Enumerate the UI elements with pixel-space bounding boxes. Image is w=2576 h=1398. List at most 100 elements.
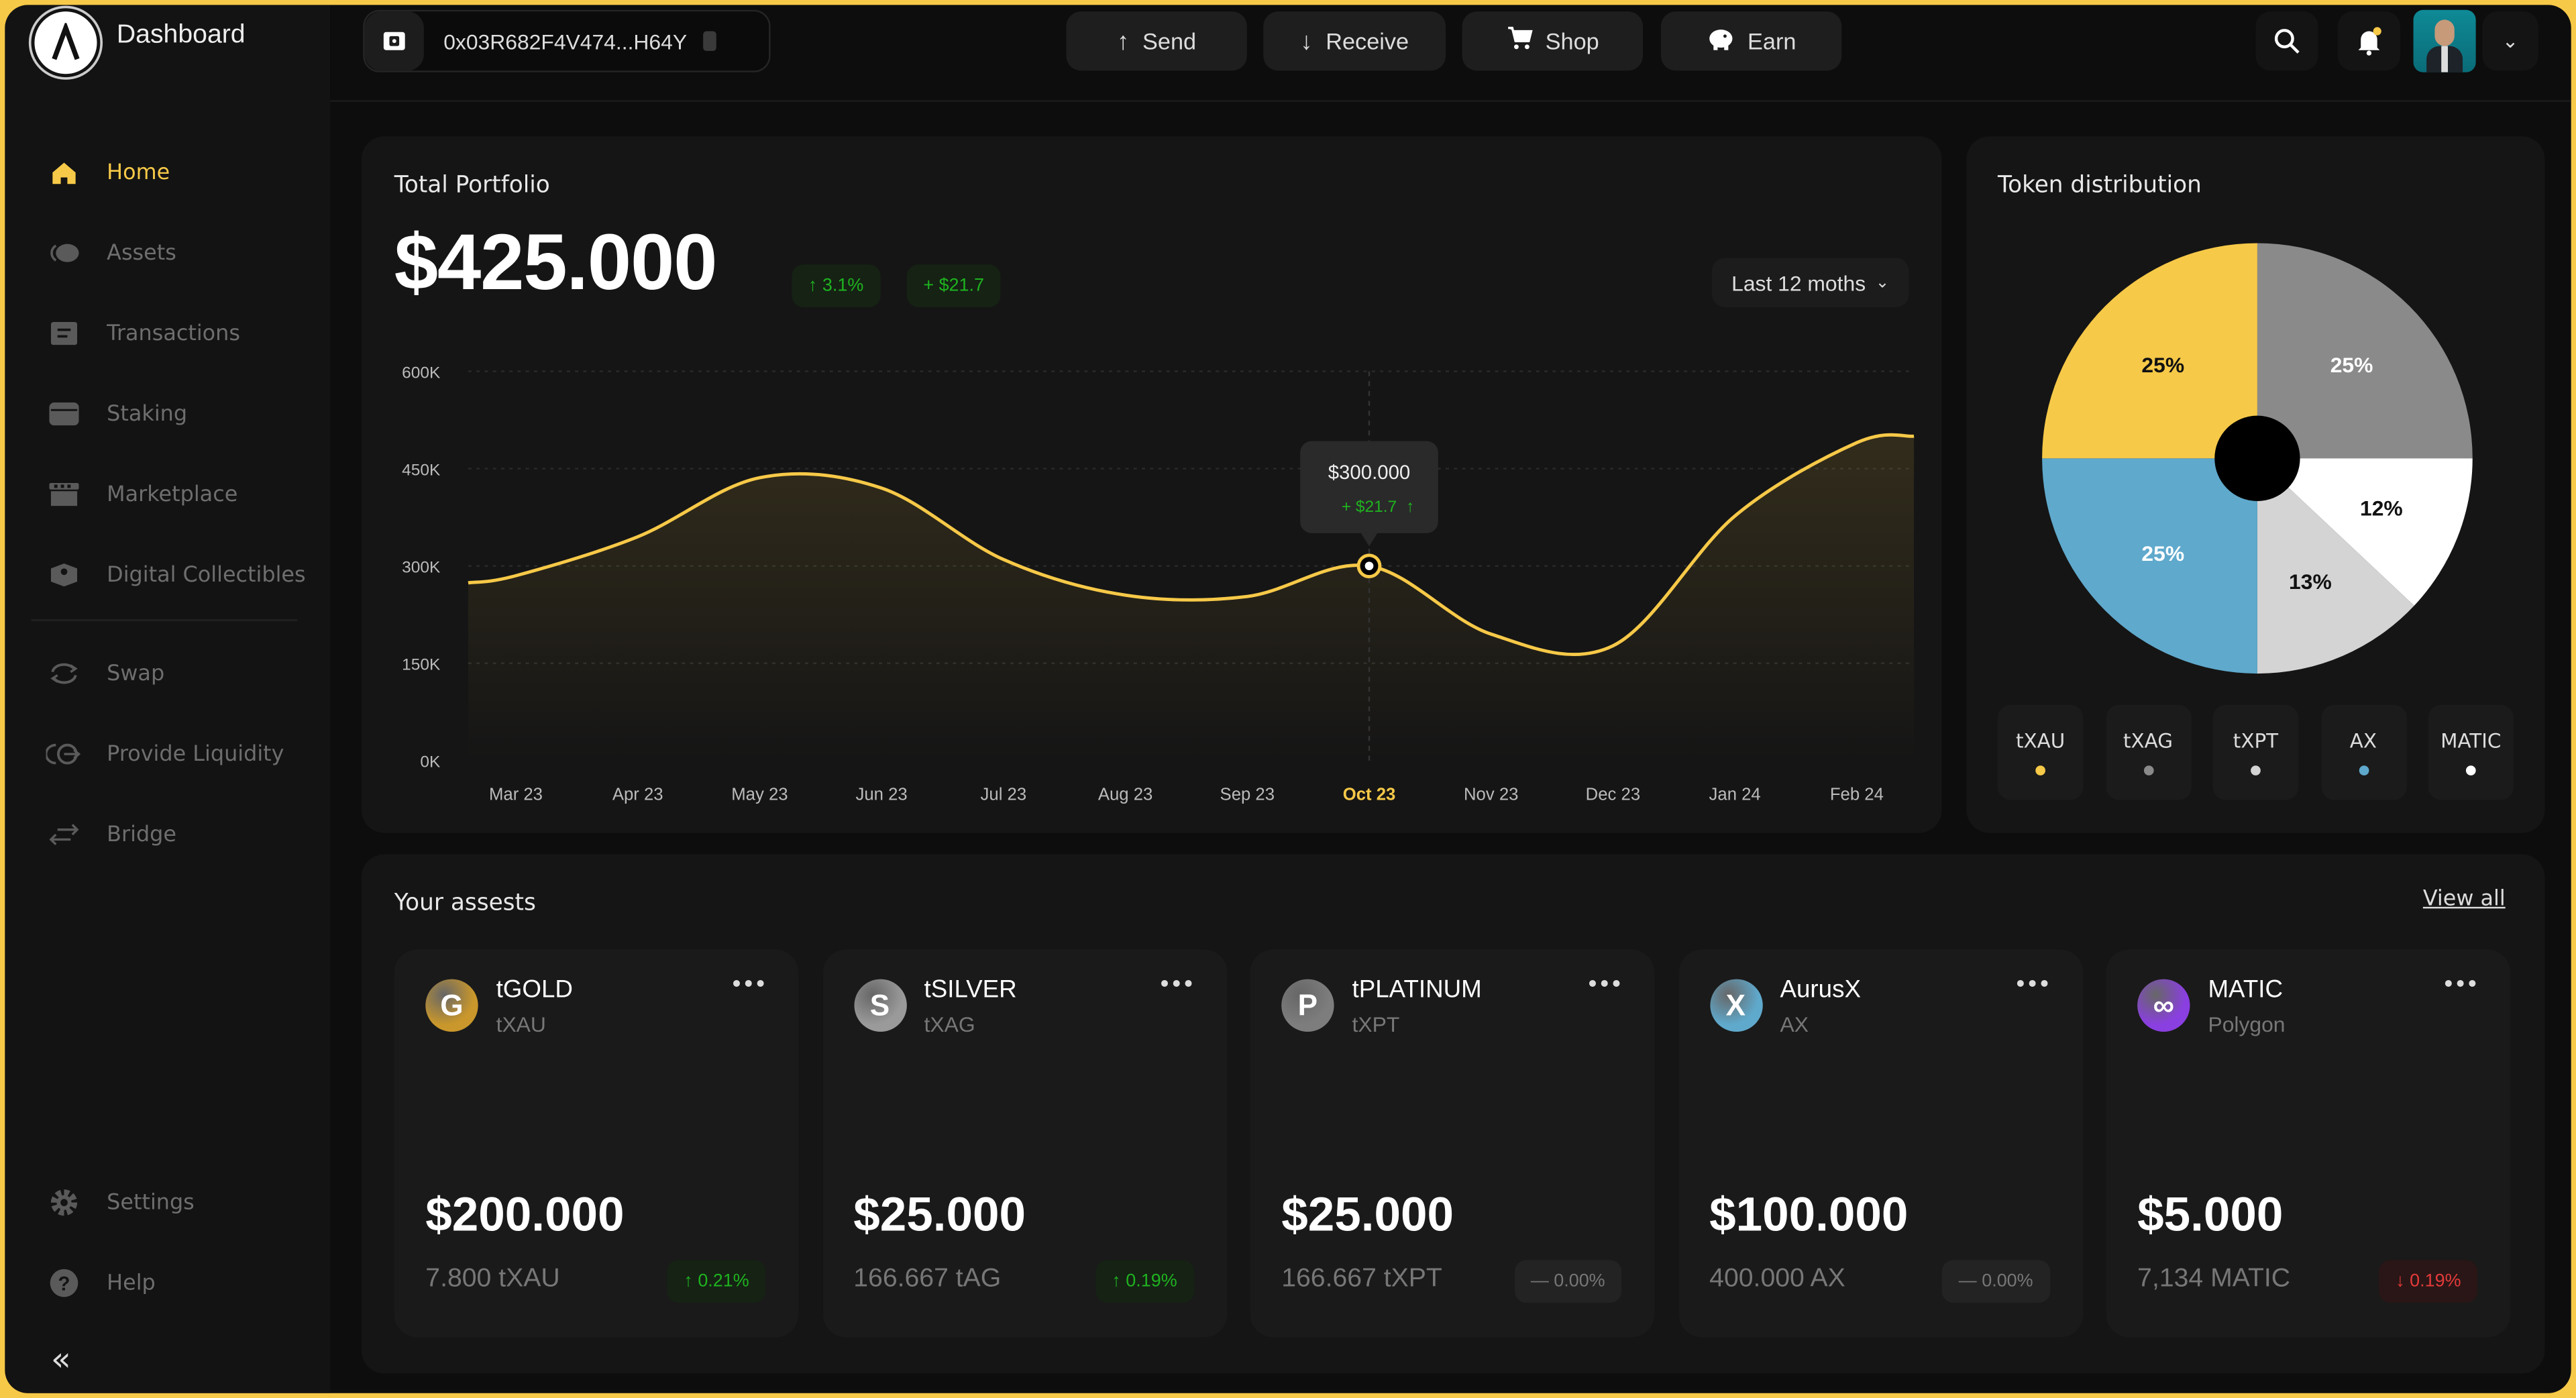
liquidity-icon — [44, 739, 84, 769]
bell-icon — [2358, 27, 2381, 56]
account-menu-button[interactable]: ⌄ — [2482, 11, 2538, 71]
view-all-link[interactable]: View all — [2423, 887, 2506, 912]
asset-quantity: 400.000 AX — [1709, 1265, 1845, 1293]
legend-item-matic[interactable]: MATIC — [2428, 704, 2514, 800]
more-options-button[interactable]: ••• — [730, 973, 767, 999]
y-tick-label: 450K — [402, 461, 441, 479]
pie-center-hole — [2214, 415, 2300, 501]
legend-item-txau[interactable]: tXAU — [1997, 704, 2084, 800]
x-tick-label: Sep 23 — [1220, 786, 1275, 804]
more-options-button[interactable]: ••• — [2014, 973, 2051, 999]
sidebar-item-home[interactable]: Home — [44, 148, 170, 197]
notifications-button[interactable] — [2337, 11, 2400, 71]
pie-slice-txag[interactable] — [2257, 243, 2473, 459]
more-options-button[interactable]: ••• — [1158, 973, 1195, 999]
asset-name: AurusX — [1780, 975, 1861, 1004]
logo-icon[interactable] — [31, 8, 101, 78]
x-tick-label: Jun 23 — [856, 786, 908, 804]
sidebar-item-bridge[interactable]: Bridge — [44, 810, 176, 859]
asset-card-tplatinum[interactable]: PtPLATINUM tXPT ••• $25.000 166.667 tXPT — 0.… — [1250, 949, 1655, 1338]
sidebar: Dashboard Home Assets Transactions Staking M… — [5, 5, 331, 1393]
asset-card-aurusx[interactable]: X AurusX AX ••• $100.000 400.000 AX — 0.00% — [1678, 949, 2083, 1338]
asset-card-tgold[interactable]: GtGOLD tXAU ••• $200.000 7.800 tXAU ↑ 0.21% — [394, 949, 799, 1338]
y-tick-label: 150K — [402, 656, 441, 674]
receipt-icon — [44, 319, 84, 348]
double-chevron-left-icon: « — [50, 1338, 71, 1379]
x-tick-label: Dec 23 — [1586, 786, 1640, 804]
asset-name: tSILVER — [924, 975, 1017, 1004]
legend-label: tXPT — [2233, 729, 2279, 753]
arrow-up-icon: ↑ — [1406, 498, 1414, 516]
asset-value: $25.000 — [1281, 1189, 1454, 1242]
assets-card: Your assests View all GtGOLD tXAU ••• $200.… — [361, 854, 2545, 1374]
pie-slice-txau[interactable] — [2042, 243, 2257, 459]
asset-card-matic[interactable]: ∞ MATIC Polygon ••• $5.000 7,134 MATIC ↓ 0.19% — [2106, 949, 2511, 1338]
piggy-bank-icon — [1707, 25, 1735, 57]
sidebar-item-digital-collectibles[interactable]: Digital Collectibles — [44, 550, 306, 599]
sidebar-item-transactions[interactable]: Transactions — [44, 309, 240, 358]
legend-item-txpt[interactable]: tXPT — [2212, 704, 2299, 800]
more-options-button[interactable]: ••• — [1585, 972, 1623, 999]
portfolio-chart: 0K 150K 300K 450K 600K $300.000 + $21.7 ↑ Mar 23… — [402, 364, 1915, 804]
bridge-icon — [44, 820, 84, 849]
search-button[interactable] — [2255, 11, 2318, 71]
collapse-sidebar-button[interactable]: « — [51, 1339, 71, 1379]
y-tick-label: 0K — [420, 753, 441, 771]
sidebar-item-help[interactable]: ? Help — [44, 1258, 156, 1307]
sidebar-item-label: Provide Liquidity — [107, 741, 284, 767]
top-bar: 0x03R682F4V474...H64Y ↑ Send ↓ Receive Sho… — [330, 5, 2571, 102]
sidebar-item-marketplace[interactable]: Marketplace — [44, 470, 237, 519]
earn-button[interactable]: Earn — [1660, 11, 1842, 71]
svg-text:?: ? — [58, 1273, 70, 1295]
y-tick-label: 600K — [402, 364, 441, 382]
receive-button[interactable]: ↓ Receive — [1263, 11, 1446, 71]
x-tick-label: Oct 23 — [1343, 786, 1396, 804]
ellipsis-icon: ••• — [1585, 972, 1623, 999]
coins-icon — [44, 238, 84, 268]
asset-symbol: AX — [1780, 1012, 1809, 1037]
legend-item-ax[interactable]: AX — [2320, 704, 2406, 800]
x-tick-label: May 23 — [731, 786, 788, 804]
x-tick-label: Feb 24 — [1830, 786, 1884, 804]
sidebar-item-label: Transactions — [107, 321, 240, 346]
legend-label: MATIC — [2440, 729, 2502, 753]
chart-area-fill — [468, 435, 1915, 761]
arrow-up-icon: ↑ — [1117, 27, 1130, 56]
cart-icon — [1506, 25, 1532, 57]
asset-value: $5.000 — [2137, 1189, 2284, 1242]
sidebar-item-assets[interactable]: Assets — [44, 228, 176, 277]
legend-item-txag[interactable]: tXAG — [2105, 704, 2191, 800]
x-tick-label: Nov 23 — [1464, 786, 1518, 804]
swap-icon — [44, 659, 84, 688]
pie-label: 13% — [2289, 570, 2332, 594]
send-button[interactable]: ↑ Send — [1066, 11, 1247, 71]
coin-icon: P — [1281, 979, 1334, 1032]
more-options-button[interactable]: ••• — [2442, 973, 2479, 999]
trend-flat-icon: — — [1958, 1271, 1982, 1291]
wallet-address: 0x03R682F4V474...H64Y — [443, 28, 688, 54]
data-point-dec-23 — [1610, 643, 1617, 649]
home-icon — [44, 158, 84, 187]
wallet-icon — [364, 11, 424, 71]
asset-card-tsilver[interactable]: StSILVER tXAG ••• $25.000 166.667 tAG ↑ 0.19% — [822, 949, 1227, 1338]
shop-button[interactable]: Shop — [1462, 11, 1643, 71]
pie-label: 25% — [2330, 353, 2373, 377]
sidebar-item-settings[interactable]: Settings — [44, 1178, 195, 1227]
asset-symbol: tXPT — [1352, 1012, 1400, 1037]
sidebar-item-staking[interactable]: Staking — [44, 389, 187, 438]
sidebar-item-swap[interactable]: Swap — [44, 649, 164, 698]
tooltip — [1300, 441, 1438, 533]
legend-dot — [2358, 765, 2369, 775]
sidebar-item-provide-liquidity[interactable]: Provide Liquidity — [44, 729, 284, 778]
tooltip-value: $300.000 — [1328, 462, 1411, 484]
wallet-address-pill[interactable]: 0x03R682F4V474...H64Y — [363, 9, 771, 72]
sidebar-item-label: Staking — [107, 401, 188, 427]
legend-dot — [2465, 765, 2476, 775]
pie-slice-ax[interactable] — [2042, 458, 2257, 674]
coin-icon: G — [425, 979, 478, 1032]
pie-label: 12% — [2360, 496, 2403, 521]
copy-icon[interactable] — [703, 31, 717, 51]
legend-dot — [2143, 765, 2153, 775]
asset-quantity: 7,134 MATIC — [2137, 1265, 2291, 1293]
user-avatar[interactable] — [2413, 9, 2476, 72]
